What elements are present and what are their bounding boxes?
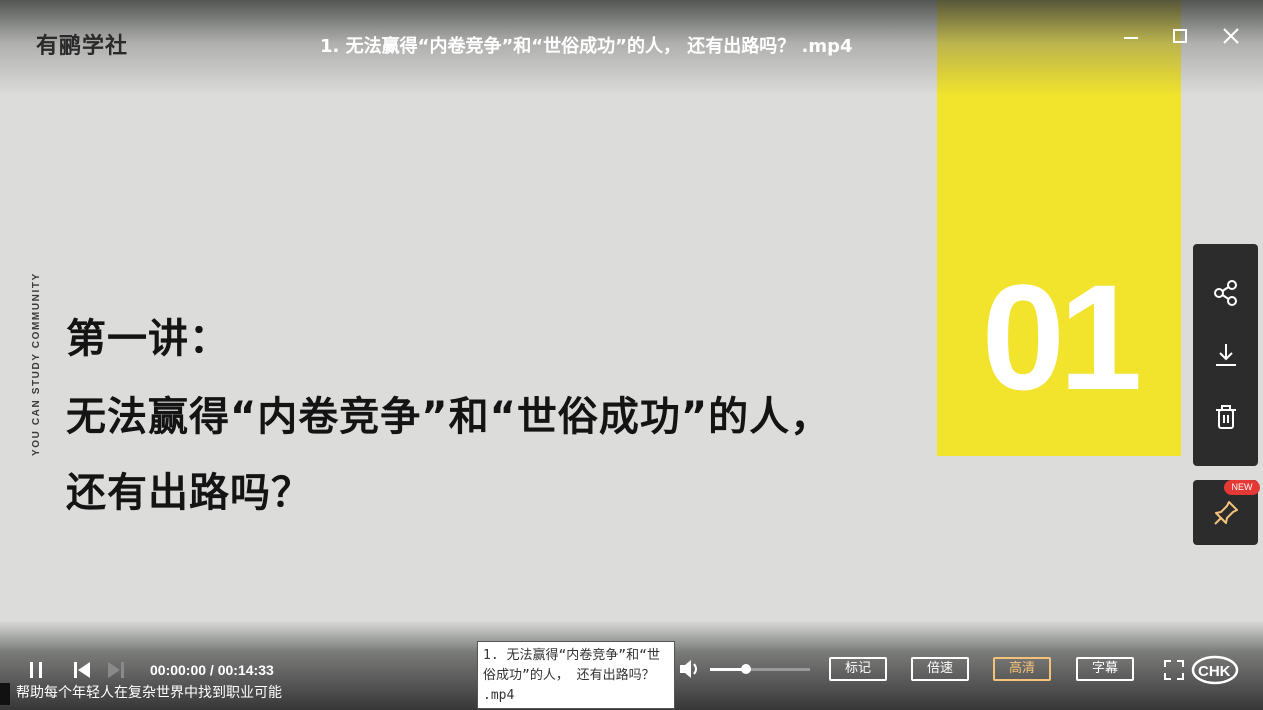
marquee-text: 帮助每个年轻人在复杂世界中找到职业可能 (16, 685, 282, 701)
eye-icon: CHK (1191, 655, 1239, 685)
quality-button[interactable]: 高清 (993, 657, 1051, 681)
delete-button[interactable] (1193, 392, 1258, 442)
new-badge: NEW (1224, 480, 1260, 495)
subtitle-button[interactable]: 字幕 (1076, 657, 1134, 681)
speed-button[interactable]: 倍速 (911, 657, 969, 681)
slide-heading-line1: 第一讲： (66, 316, 230, 362)
pin-icon (1214, 501, 1238, 525)
video-frame[interactable]: 01 YOU CAN STUDY COMMUNITY 第一讲： 无法赢得“内卷竞… (0, 0, 1263, 710)
volume-icon (680, 660, 697, 678)
download-button[interactable] (1193, 330, 1258, 380)
minimize-icon (1124, 37, 1138, 39)
svg-text:CHK: CHK (1198, 663, 1231, 680)
close-button[interactable] (1217, 26, 1245, 54)
trash-icon (1215, 405, 1236, 429)
playback-time: 00:00:00 / 00:14:33 (150, 662, 274, 678)
share-icon (1213, 280, 1237, 306)
maximize-button[interactable] (1166, 26, 1194, 54)
window-title: 1. 无法赢得“内卷竞争”和“世俗成功”的人， 还有出路吗？ .mp4 (320, 36, 853, 57)
minimize-button[interactable] (1117, 26, 1145, 54)
slide-heading-line2: 无法赢得“内卷竞争”和“世俗成功”的人， (66, 394, 832, 440)
mark-button[interactable]: 标记 (829, 657, 887, 681)
volume-slider-handle[interactable] (741, 664, 751, 674)
download-icon (1215, 344, 1236, 366)
app-logo: 有鹂学社 (36, 34, 129, 59)
close-icon (1223, 28, 1239, 44)
fullscreen-icon (1164, 660, 1184, 680)
skip-next-icon (108, 662, 124, 678)
fullscreen-button[interactable] (1163, 659, 1185, 685)
cast-button[interactable]: CHK (1190, 654, 1240, 690)
marquee-edge (0, 683, 10, 705)
pause-icon (30, 662, 42, 678)
slide-vertical-text: YOU CAN STUDY COMMUNITY (31, 272, 42, 456)
skip-previous-icon (74, 662, 90, 678)
maximize-icon (1173, 29, 1187, 43)
time-separator: / (206, 662, 218, 678)
volume-button[interactable] (678, 658, 702, 684)
duration: 00:14:33 (217, 662, 274, 678)
share-button[interactable] (1193, 268, 1258, 318)
title-tooltip: 1. 无法赢得“内卷竞争”和“世俗成功”的人， 还有出路吗？ .mp4 (477, 641, 675, 709)
slide-big-number: 01 (981, 253, 1143, 421)
current-time: 00:00:00 (150, 662, 207, 678)
side-action-panel (1193, 244, 1258, 466)
slide-heading-line3: 还有出路吗？ (66, 470, 312, 516)
